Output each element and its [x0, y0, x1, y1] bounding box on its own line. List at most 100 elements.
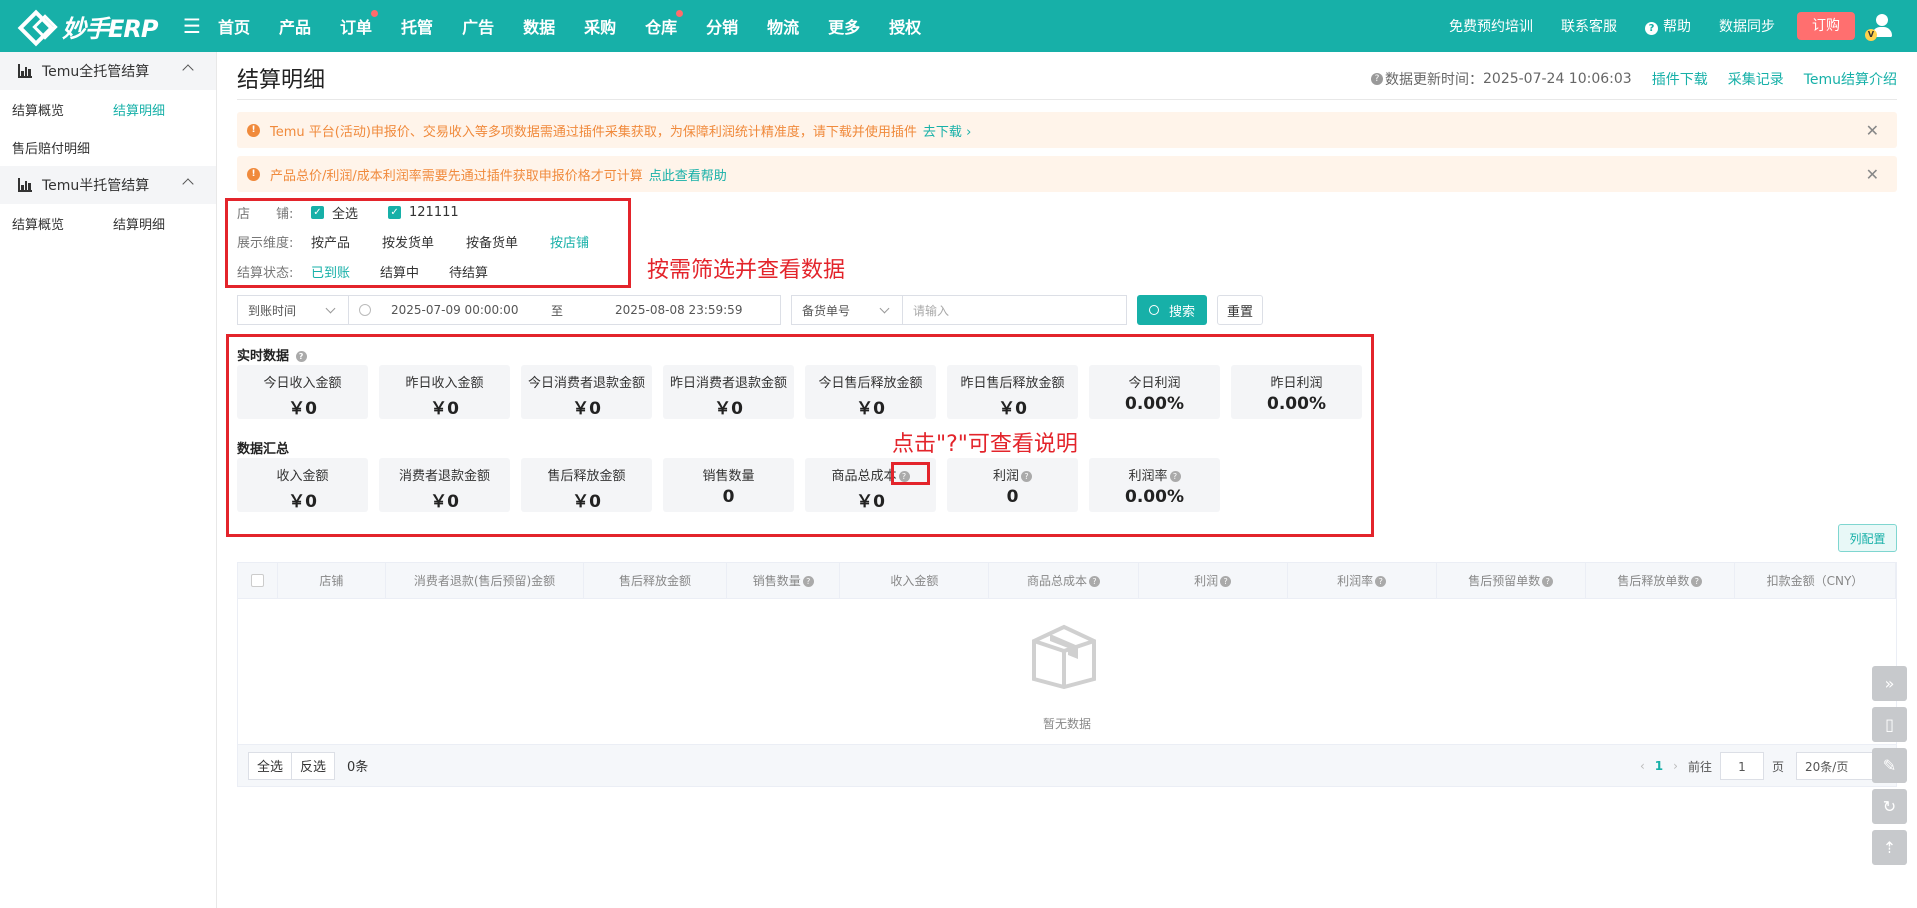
alert-help-link[interactable]: 点此查看帮助 — [649, 165, 727, 184]
question-icon[interactable]: ? — [1691, 575, 1703, 587]
invert-select-button[interactable]: 反选 — [292, 751, 336, 780]
nav-item[interactable]: 产品 — [279, 14, 311, 38]
stat-label-text: 销售数量 — [702, 469, 755, 484]
dimension-by-store[interactable]: 按店铺 — [550, 232, 589, 251]
table-column-header[interactable]: 店铺 — [278, 562, 387, 599]
sidebar-group-temu-semi[interactable]: Temu半托管结算 — [0, 166, 216, 204]
close-icon[interactable]: ✕ — [1866, 121, 1879, 140]
question-icon[interactable]: ? — [1089, 575, 1100, 587]
header-checkbox[interactable] — [238, 562, 278, 599]
stat-label: 今日收入金额 — [237, 365, 368, 391]
prev-page-icon[interactable]: ‹ — [1640, 759, 1645, 773]
nav-item[interactable]: 首页 — [218, 14, 250, 38]
question-icon[interactable]: ? — [1169, 471, 1181, 482]
reset-button[interactable]: 重置 — [1217, 295, 1263, 325]
sidebar-item-overview[interactable]: 结算概览 — [12, 214, 113, 233]
stat-label: 今日消费者退款金额 — [521, 365, 652, 391]
dimension-by-product[interactable]: 按产品 — [311, 232, 350, 251]
avatar[interactable]: V — [1865, 13, 1895, 41]
help-label: 帮助 — [1663, 19, 1691, 35]
question-icon[interactable]: ? — [1220, 575, 1232, 587]
nav-item[interactable]: 仓库 — [645, 10, 684, 38]
close-icon[interactable]: ✕ — [1866, 165, 1879, 184]
sidebar-item-overview[interactable]: 结算概览 — [12, 100, 113, 119]
alert-download-link[interactable]: 去下载 › — [923, 121, 971, 140]
nav-item[interactable]: 更多 — [828, 14, 860, 38]
temu-settlement-intro-link[interactable]: Temu结算介绍 — [1804, 69, 1897, 89]
table-column-header[interactable]: 商品总成本? — [989, 562, 1139, 599]
stat-label: 售后释放金额 — [521, 458, 652, 484]
table-column-header[interactable]: 售后释放金额 — [584, 562, 728, 599]
stat-card: 消费者退款金额 ￥0 — [379, 458, 510, 512]
stat-label-text: 今日消费者退款金额 — [527, 376, 645, 391]
order-button[interactable]: 订购 — [1797, 12, 1855, 40]
sidebar-group-temu-full[interactable]: Temu全托管结算 — [0, 52, 216, 90]
table-column-header[interactable]: 收入金额 — [840, 562, 990, 599]
table-column-header[interactable]: 扣款金额（CNY） — [1735, 562, 1896, 599]
nav-item[interactable]: 广告 — [462, 14, 494, 38]
table-column-header[interactable]: 利润率? — [1288, 562, 1437, 599]
update-time: 2025-07-24 10:06:03 — [1483, 71, 1632, 87]
table-column-header[interactable]: 售后预留单数? — [1437, 562, 1586, 599]
nav-item[interactable]: 分销 — [706, 14, 738, 38]
feedback-icon[interactable]: ✎ — [1872, 748, 1907, 783]
support-link[interactable]: 联系客服 — [1561, 16, 1617, 36]
table-column-header[interactable]: 利润? — [1139, 562, 1288, 599]
question-icon[interactable]: ? — [1542, 575, 1554, 587]
time-type-value: 到账时间 — [248, 303, 297, 318]
status-settling[interactable]: 结算中 — [380, 262, 419, 281]
time-type-select[interactable]: 到账时间 — [237, 295, 349, 325]
question-icon[interactable]: ? — [295, 351, 307, 362]
search-input[interactable]: 请输入 — [903, 295, 1127, 325]
stat-card: 今日收入金额 ￥0 — [237, 365, 368, 419]
field-select[interactable]: 备货单号 — [791, 295, 903, 325]
training-link[interactable]: 免费预约培训 — [1449, 16, 1533, 36]
nav-item[interactable]: 物流 — [767, 14, 799, 38]
nav-item[interactable]: 授权 — [889, 14, 921, 38]
dimension-by-stock-order[interactable]: 按备货单 — [466, 232, 518, 251]
mobile-icon[interactable]: ▯ — [1872, 707, 1907, 742]
dimension-by-shipment[interactable]: 按发货单 — [382, 232, 434, 251]
store-option-all[interactable]: 全选 — [332, 203, 358, 222]
sidebar-item-compensation[interactable]: 售后赔付明细 — [12, 138, 90, 157]
nav-item[interactable]: 托管 — [401, 14, 433, 38]
nav-item[interactable]: 数据 — [523, 14, 555, 38]
help-link[interactable]: ? 帮助 — [1645, 16, 1691, 36]
store-option-121111[interactable]: 121111 — [409, 205, 459, 220]
search-button[interactable]: 搜索 — [1137, 295, 1207, 325]
checkbox-checked[interactable]: ✓ — [388, 205, 402, 219]
select-all-button[interactable]: 全选 — [248, 751, 293, 780]
table-column-header[interactable]: 消费者退款(售后预留)金额 — [386, 562, 584, 599]
menu-toggle-icon[interactable]: ☰ — [180, 14, 204, 38]
column-label: 利润率 — [1337, 573, 1374, 588]
question-icon[interactable]: ? — [1375, 575, 1387, 587]
sidebar-item-detail[interactable]: 结算明细 — [113, 100, 214, 119]
alert-price: ! 产品总价/利润/成本利润率需要先通过插件获取申报价格才可计算 点此查看帮助 … — [237, 156, 1897, 192]
question-icon[interactable]: ? — [802, 575, 814, 587]
row-count: 0条 — [347, 760, 369, 775]
status-arrived[interactable]: 已到账 — [311, 262, 350, 281]
back-to-top-icon[interactable]: ⇡ — [1872, 830, 1907, 865]
refresh-icon[interactable]: ↻ — [1872, 789, 1907, 824]
collapse-icon[interactable]: » — [1872, 666, 1907, 701]
stat-value: 0.00% — [1125, 487, 1184, 507]
collect-records-link[interactable]: 采集记录 — [1728, 69, 1784, 89]
nav-item[interactable]: 采购 — [584, 14, 616, 38]
checkbox-empty[interactable] — [250, 574, 264, 587]
table-column-header[interactable]: 售后释放单数? — [1586, 562, 1735, 599]
checkbox-checked[interactable]: ✓ — [311, 205, 324, 219]
question-icon[interactable]: ? — [1021, 471, 1032, 482]
logo[interactable]: 妙手ERP — [0, 9, 180, 44]
goto-page-input[interactable]: 1 — [1719, 752, 1764, 780]
nav-item[interactable]: 订单 — [340, 10, 379, 38]
data-sync-link[interactable]: 数据同步 — [1719, 16, 1775, 36]
table-column-header[interactable]: 销售数量? — [727, 562, 841, 599]
current-page[interactable]: 1 — [1655, 759, 1663, 773]
status-pending[interactable]: 待结算 — [449, 262, 488, 281]
next-page-icon[interactable]: › — [1673, 759, 1678, 773]
date-range-picker[interactable]: 2025-07-09 00:00:00 至 2025-08-08 23:59:5… — [349, 295, 781, 325]
sidebar-row: 结算概览 结算明细 — [0, 204, 216, 242]
sidebar-item-detail[interactable]: 结算明细 — [113, 214, 214, 233]
plugin-download-link[interactable]: 插件下载 — [1652, 69, 1708, 89]
column-config-button[interactable]: 列配置 — [1838, 524, 1897, 552]
